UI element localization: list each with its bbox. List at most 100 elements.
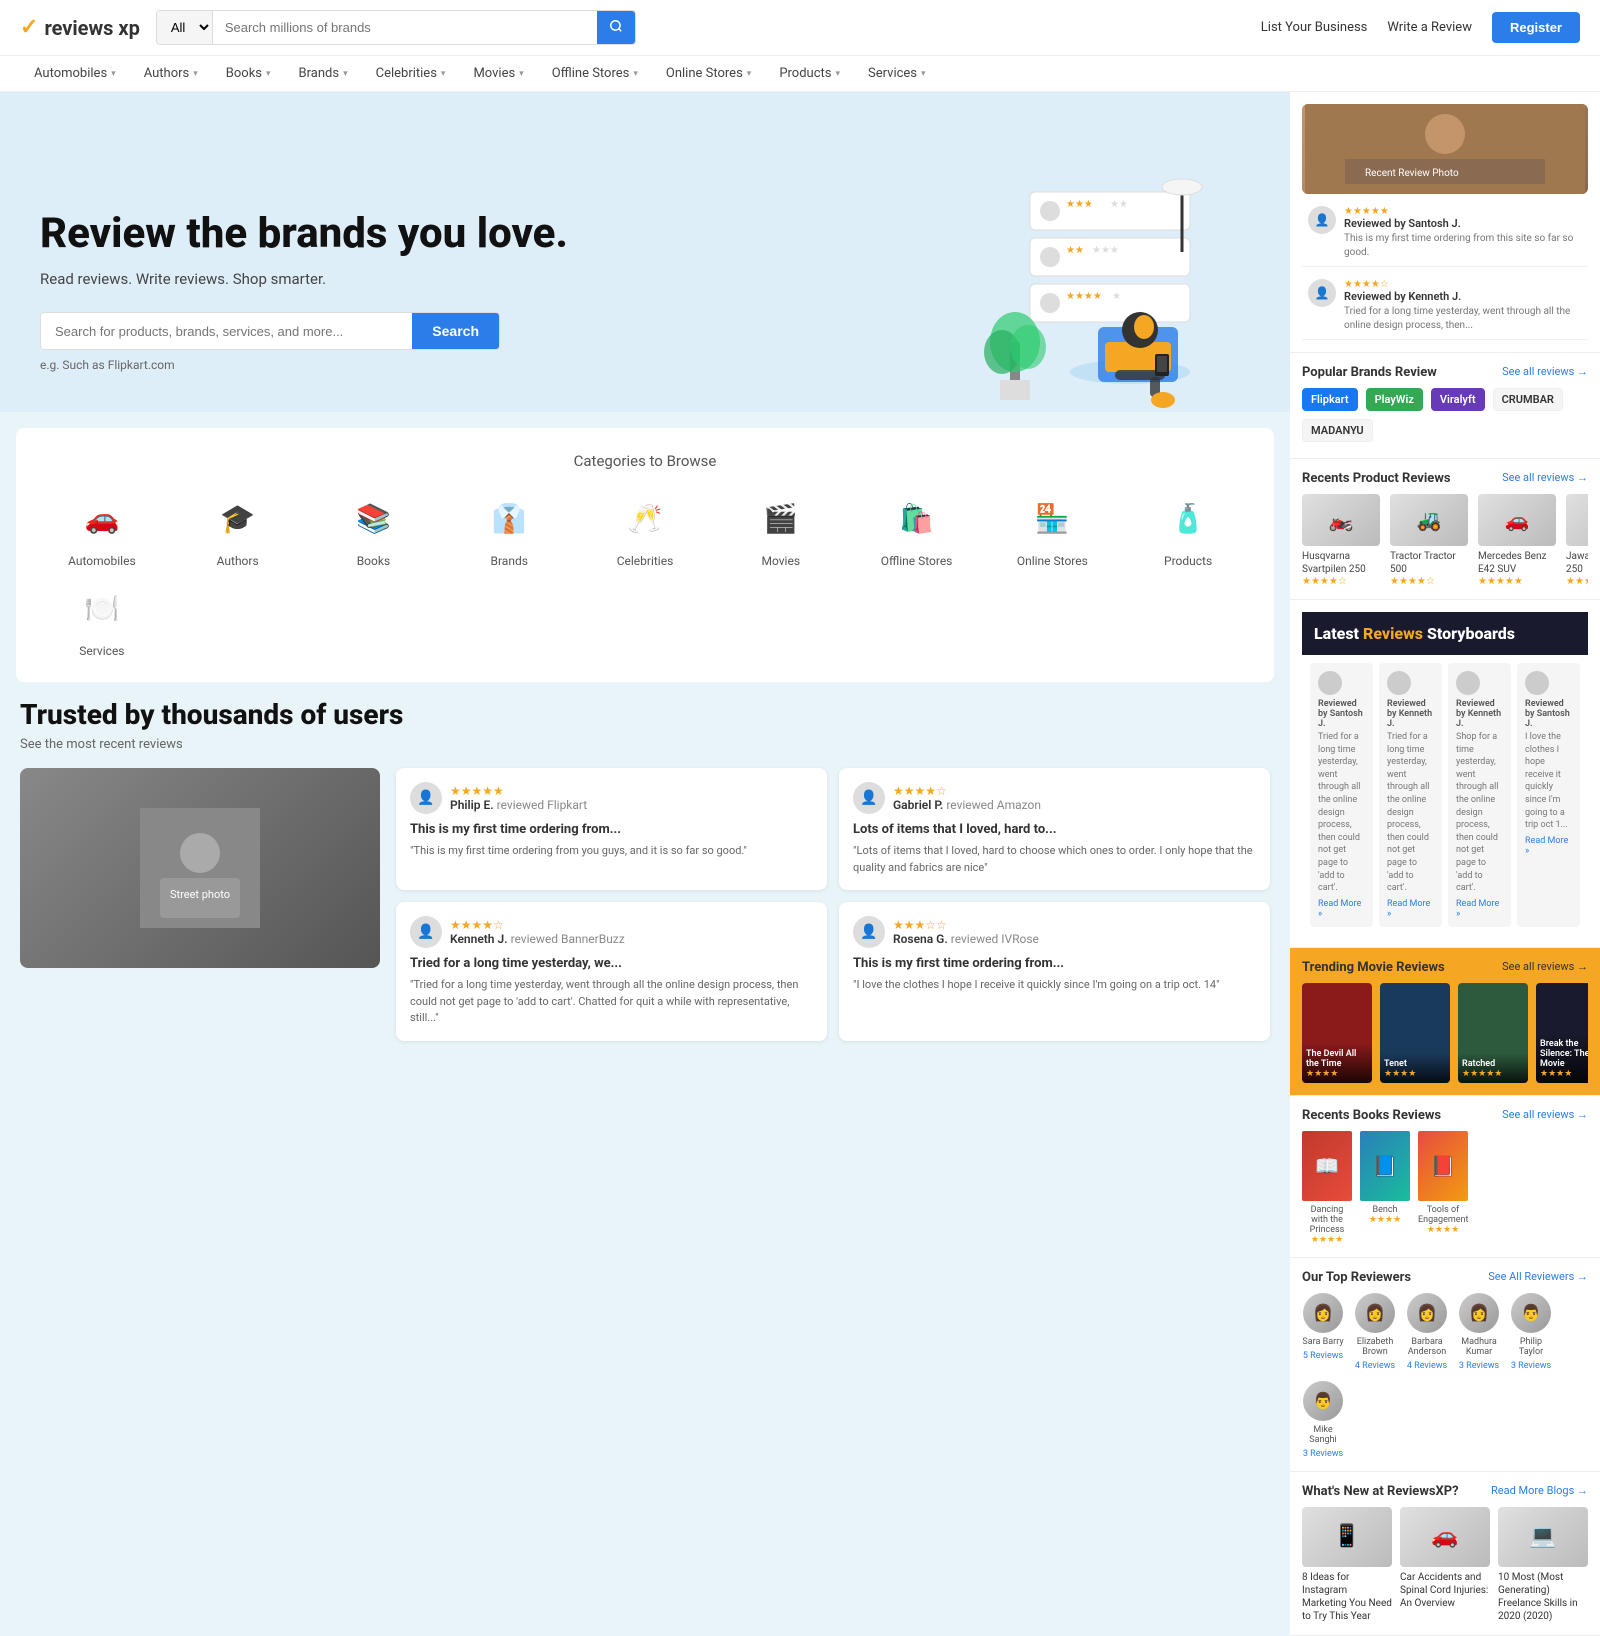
book-item-0[interactable]: 📖 Dancing with the Princess ★★★★ — [1302, 1131, 1352, 1245]
category-online-stores-label: Online Stores — [1017, 554, 1088, 568]
sidebar-movies-see-all[interactable]: See all reviews → — [1502, 960, 1588, 975]
search-input[interactable] — [213, 12, 597, 43]
book-item-1[interactable]: 📘 Bench ★★★★ — [1360, 1131, 1410, 1245]
chevron-down-icon: ▾ — [519, 69, 524, 79]
storyboard-item-0[interactable]: Reviewed by Santosh J. Tried for a long … — [1310, 663, 1373, 927]
brand-chip-crumbar[interactable]: CRUMBAR — [1493, 388, 1563, 411]
new-item-1[interactable]: 🚗 Car Accidents and Spinal Cord Injuries… — [1400, 1507, 1490, 1623]
storyboard-item-2[interactable]: Reviewed by Kenneth J. Shop for a time y… — [1448, 663, 1511, 927]
product-card-2[interactable]: 🚗 Mercedes Benz E42 SUV ★★★★★ — [1478, 494, 1558, 587]
list-your-business-link[interactable]: List Your Business — [1261, 20, 1368, 35]
reviewer-item-2[interactable]: 👩 Barbara Anderson 4 Reviews — [1406, 1293, 1448, 1371]
sidebar-whats-new-label: What's New at ReviewsXP? — [1302, 1484, 1459, 1499]
category-offline-stores-icon: 🛍️ — [889, 490, 945, 546]
reviewer-item-4[interactable]: 👨 Philip Taylor 3 Reviews — [1510, 1293, 1552, 1371]
storyboard-item-3[interactable]: Reviewed by Santosh J. I love the clothe… — [1517, 663, 1580, 927]
trusted-title: Trusted by thousands of users — [20, 698, 1270, 731]
sidebar-popular-brands-see-all[interactable]: See all reviews → — [1502, 365, 1588, 380]
write-review-link[interactable]: Write a Review — [1387, 20, 1472, 35]
sidebar-movies-label: Trending Movie Reviews — [1302, 960, 1445, 975]
sidebar-books-see-all[interactable]: See all reviews → — [1502, 1108, 1588, 1123]
product-name-3: Jawa Fortyfive 250 — [1566, 550, 1588, 576]
search-button[interactable] — [597, 11, 635, 44]
chevron-down-icon: ▾ — [266, 69, 271, 79]
book-cover-0: 📖 — [1302, 1131, 1352, 1201]
storyboard-item-1[interactable]: Reviewed by Kenneth J. Tried for a long … — [1379, 663, 1442, 927]
sidebar-whats-new-see-all[interactable]: Read More Blogs → — [1491, 1484, 1588, 1499]
category-authors[interactable]: 🎓 Authors — [176, 490, 300, 568]
nav-item-automobiles[interactable]: Automobiles ▾ — [20, 56, 130, 91]
hero-text: Review the brands you love. Read reviews… — [40, 210, 930, 412]
reviewer-name-sm-1: Elizabeth Brown — [1354, 1337, 1396, 1357]
review-card-header-0: 👤 ★★★★★ Philip E. reviewed Flipkart — [410, 782, 813, 814]
nav-item-offline-stores[interactable]: Offline Stores ▾ — [538, 56, 652, 91]
nav-item-products[interactable]: Products ▾ — [765, 56, 854, 91]
review-text-1: "Lots of items that I loved, hard to cho… — [853, 843, 1256, 876]
new-item-0[interactable]: 📱 8 Ideas for Instagram Marketing You Ne… — [1302, 1507, 1392, 1623]
sidebar-top-reviewers-see-all[interactable]: See All Reviewers → — [1488, 1270, 1588, 1285]
new-item-2[interactable]: 💻 10 Most (Most Generating) Freelance Sk… — [1498, 1507, 1588, 1623]
reviewer-count-3: 3 Reviews — [1459, 1361, 1499, 1371]
nav-item-celebrities[interactable]: Celebrities ▾ — [362, 56, 460, 91]
nav-item-services[interactable]: Services ▾ — [854, 56, 940, 91]
nav-item-books[interactable]: Books ▾ — [212, 56, 285, 91]
movie-card-rating-2: ★★★★★ — [1462, 1069, 1524, 1079]
nav-item-authors[interactable]: Authors ▾ — [130, 56, 212, 91]
nav-item-online-stores[interactable]: Online Stores ▾ — [652, 56, 765, 91]
book-cover-2: 📕 — [1418, 1131, 1468, 1201]
category-online-stores[interactable]: 🏪 Online Stores — [990, 490, 1114, 568]
sidebar-product-reviews-see-all[interactable]: See all reviews → — [1502, 471, 1588, 486]
reviewer-item-5[interactable]: 👨 Mike Sanghi 3 Reviews — [1302, 1381, 1344, 1459]
category-offline-stores[interactable]: 🛍️ Offline Stores — [855, 490, 979, 568]
product-img-1: 🚜 — [1390, 494, 1468, 546]
reviewer-info-1: ★★★★☆ Gabriel P. reviewed Amazon — [893, 784, 1256, 812]
category-movies[interactable]: 🎬 Movies — [719, 490, 843, 568]
reviewer-item-0[interactable]: 👩 Sara Barry 5 Reviews — [1302, 1293, 1344, 1371]
sidebar-storyboards: Latest Reviews Storyboards Reviewed by S… — [1290, 600, 1600, 948]
category-automobiles[interactable]: 🚗 Automobiles — [40, 490, 164, 568]
svg-text:★★★: ★★★ — [1066, 199, 1093, 210]
new-item-img-2: 💻 — [1498, 1507, 1588, 1567]
logo[interactable]: ✓ reviews xp — [20, 15, 140, 40]
sidebar-whats-new: What's New at ReviewsXP? Read More Blogs… — [1290, 1472, 1600, 1636]
reviewer-count-0: 5 Reviews — [1303, 1351, 1343, 1361]
stars-0: ★★★★★ — [450, 784, 813, 798]
brand-chip-flipkart[interactable]: Flipkart — [1302, 388, 1358, 411]
sidebar-whats-new-title: What's New at ReviewsXP? Read More Blogs… — [1302, 1484, 1588, 1499]
search-category-select[interactable]: All — [157, 11, 213, 44]
hero-search-input[interactable] — [41, 314, 412, 349]
category-brands[interactable]: 👔 Brands — [447, 490, 571, 568]
movie-card-0[interactable]: The Devil All the Time ★★★★ — [1302, 983, 1372, 1083]
category-brands-label: Brands — [491, 554, 528, 568]
brand-chip-madanyu[interactable]: MADANYU — [1302, 419, 1373, 442]
reviewer-name-2: Kenneth J. reviewed BannerBuzz — [450, 932, 813, 946]
product-card-3[interactable]: 🏍️ Jawa Fortyfive 250 ★★★☆☆ — [1566, 494, 1588, 587]
brand-chip-playwiz[interactable]: PlayWiz — [1366, 388, 1423, 411]
storyboard-avatar-1 — [1387, 671, 1411, 695]
category-books[interactable]: 📚 Books — [312, 490, 436, 568]
reviewer-name-sm-3: Madhura Kumar — [1458, 1337, 1500, 1357]
product-cards: 🏍️ Husqvarna Svartpilen 250 ★★★★☆ 🚜 Trac… — [1302, 494, 1588, 587]
product-card-1[interactable]: 🚜 Tractor Tractor 500 ★★★★☆ — [1390, 494, 1470, 587]
reviewer-item-1[interactable]: 👩 Elizabeth Brown 4 Reviews — [1354, 1293, 1396, 1371]
movie-card-3[interactable]: Break the Silence: The Movie ★★★★ — [1536, 983, 1588, 1083]
categories-title: Categories to Browse — [40, 452, 1250, 470]
brand-chip-viralyft[interactable]: Viralyft — [1431, 388, 1485, 411]
nav-item-movies[interactable]: Movies ▾ — [459, 56, 537, 91]
category-celebrities[interactable]: 🥂 Celebrities — [583, 490, 707, 568]
category-products[interactable]: 🧴 Products — [1126, 490, 1250, 568]
reviewer-item-3[interactable]: 👩 Madhura Kumar 3 Reviews — [1458, 1293, 1500, 1371]
reviewer-info-3: ★★★☆☆ Rosena G. reviewed IVRose — [893, 918, 1256, 946]
reviewer-name-0: Philip E. reviewed Flipkart — [450, 798, 813, 812]
nav-item-brands[interactable]: Brands ▾ — [285, 56, 362, 91]
movie-card-1[interactable]: Tenet ★★★★ — [1380, 983, 1450, 1083]
hero-search-button[interactable]: Search — [412, 313, 499, 349]
category-services[interactable]: 🍽️ Services — [40, 580, 164, 658]
movie-card-2[interactable]: Ratched ★★★★★ — [1458, 983, 1528, 1083]
book-item-2[interactable]: 📕 Tools of Engagement ★★★★ — [1418, 1131, 1468, 1245]
register-button[interactable]: Register — [1492, 12, 1580, 43]
movie-overlay-3: Break the Silence: The Movie ★★★★ — [1536, 1033, 1588, 1083]
sidebar-popular-brands-title: Popular Brands Review See all reviews → — [1302, 365, 1588, 380]
product-card-0[interactable]: 🏍️ Husqvarna Svartpilen 250 ★★★★☆ — [1302, 494, 1382, 587]
sidebar-books: Recents Books Reviews See all reviews → … — [1290, 1096, 1600, 1258]
